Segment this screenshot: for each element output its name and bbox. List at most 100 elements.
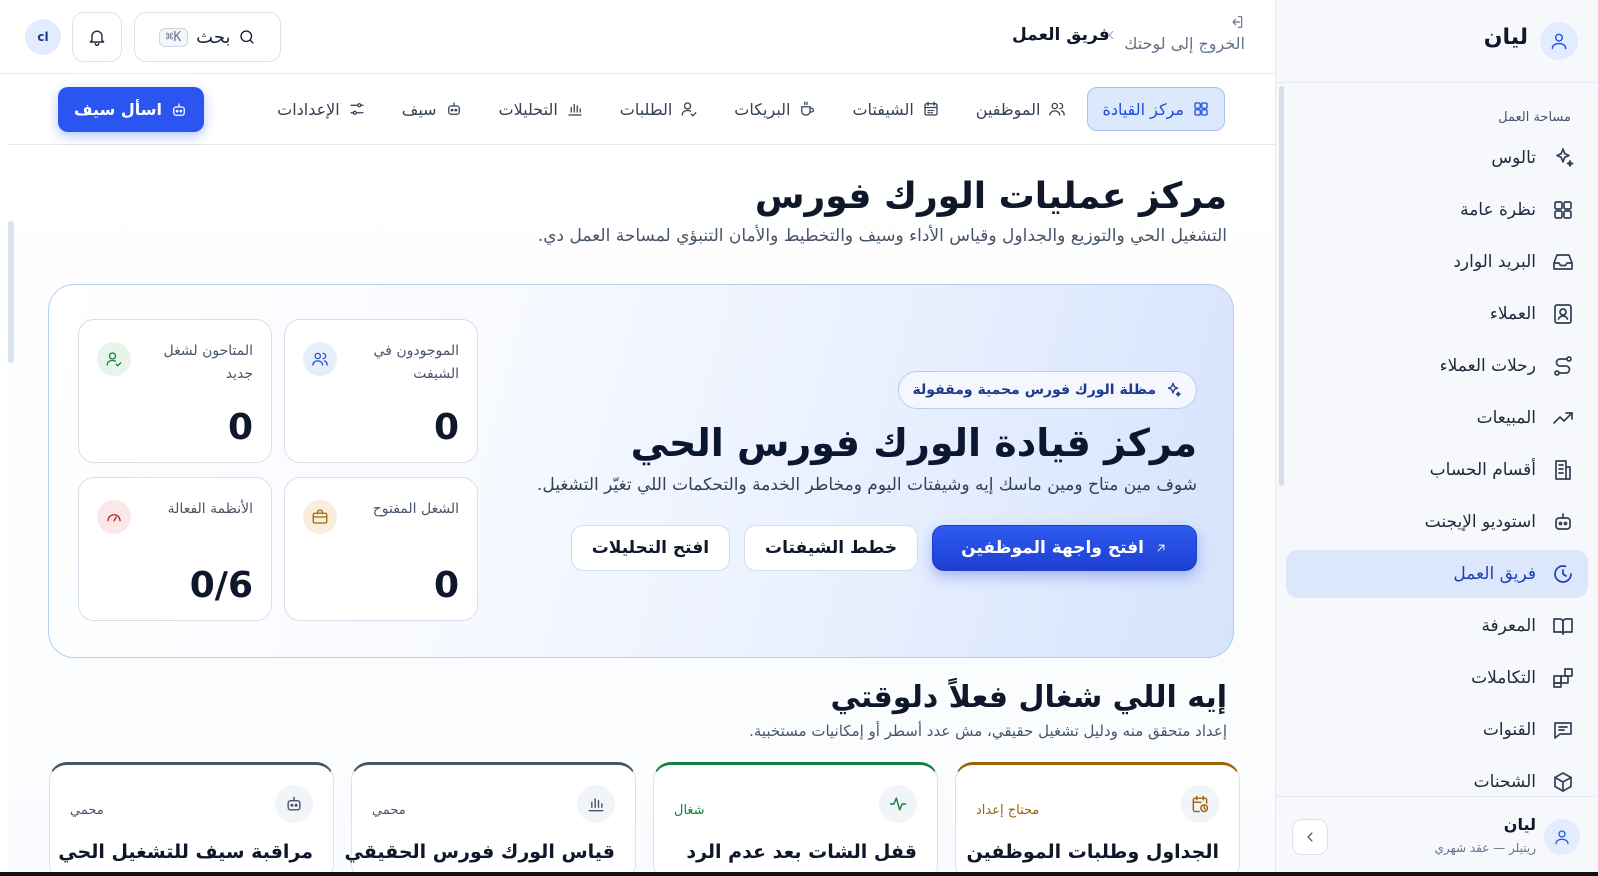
account-name: ليان [1503, 815, 1536, 834]
collapse-sidebar-button[interactable] [1292, 819, 1328, 855]
sidebar-item-icon [1550, 249, 1576, 275]
search-icon [240, 30, 255, 44]
sidebar-item-3[interactable]: العملاء [1286, 290, 1588, 338]
open-employees-label: افتح واجهة الموظفين [961, 538, 1144, 558]
open-analytics-button[interactable]: افتح التحليلات [570, 525, 731, 571]
open-analytics-label: افتح التحليلات [591, 538, 710, 558]
card-title: الجداول وطلبات الموظفين [966, 841, 1219, 863]
tab-0[interactable]: مركز القيادة [1087, 87, 1225, 131]
stat-card: الشغل المفتوح 0 [284, 477, 478, 621]
plan-shifts-label: خطط الشيفتات [765, 538, 898, 558]
sidebar-item-label: فريق العمل [1453, 564, 1536, 584]
sidebar-item-label: الشحنات [1473, 772, 1536, 792]
tab-2[interactable]: الشيفتات [837, 87, 954, 131]
window-bottom-edge [0, 872, 1598, 876]
sidebar-item-8[interactable]: فريق العمل [1286, 550, 1588, 598]
sidebar-item-5[interactable]: المبيعات [1286, 394, 1588, 442]
sparkles-icon [1167, 382, 1181, 397]
open-employees-button[interactable]: افتح واجهة الموظفين [932, 525, 1197, 571]
status-card[interactable]: شغال قفل الشات بعد عدم الرد [653, 762, 938, 876]
card-icon-badge [275, 785, 313, 823]
status-card[interactable]: محمي مراقبة سيف للتشغيل الحي [49, 762, 334, 876]
sliders-icon [350, 103, 364, 115]
breadcrumb-current: فريق العمل [1012, 25, 1110, 45]
workforce-tabs-bar: مركز القيادة الموظفين الشيفتات البريكات الطل… [8, 75, 1275, 145]
tab-3[interactable]: البريكات [719, 87, 831, 131]
users-icon [1049, 102, 1066, 116]
tab-4[interactable]: الطلبات [605, 87, 714, 131]
sidebar-item-11[interactable]: القنوات [1286, 706, 1588, 754]
bar-chart-icon [568, 103, 582, 116]
stat-value: 0 [227, 407, 253, 448]
sidebar-item-icon [1550, 561, 1576, 587]
sidebar-item-7[interactable]: استوديو الإيجنت [1286, 498, 1588, 546]
status-card[interactable]: محتاج إعداد الجداول وطلبات الموظفين [955, 762, 1240, 876]
clock-icon [1554, 565, 1572, 583]
sidebar-item-label: المبيعات [1476, 408, 1536, 428]
user-avatar[interactable]: cl [25, 19, 61, 55]
activity-icon [889, 797, 907, 811]
calendar-icon [924, 101, 938, 116]
sidebar-nav[interactable]: مساحة العمل تالوس نظرة عامة البريد الوارد ا… [1276, 84, 1598, 794]
main-content: مركز عمليات الورك فورس التشغيل الحي والت… [8, 146, 1275, 876]
sidebar-item-12[interactable]: الشحنات [1286, 758, 1588, 794]
coffee-icon [801, 101, 815, 116]
bell-icon [89, 30, 105, 46]
stats-grid: الموجودون في الشيفت 0 المتاحون لشغل جديد 0 ا… [78, 319, 478, 621]
ask-saif-button[interactable]: اسأل سيف [58, 87, 204, 132]
sidebar-item-icon [1550, 509, 1576, 535]
search-shortcut: K⌘ [158, 27, 189, 47]
search-button[interactable]: بحث K⌘ [134, 12, 281, 62]
calendar-clock-icon [1192, 795, 1209, 813]
sidebar-item-label: أقسام الحساب [1429, 460, 1536, 480]
card-icon-badge [879, 785, 917, 823]
sidebar-scrollbar[interactable] [1279, 86, 1284, 486]
plan-shifts-button[interactable]: خطط الشيفتات [744, 525, 919, 571]
sidebar-item-label: تالوس [1491, 148, 1536, 168]
back-to-dashboard-link[interactable]: الخروج إلى لوحتك [1124, 14, 1245, 53]
stat-label: الموجودون في الشيفت [373, 343, 459, 382]
status-card[interactable]: محمي قياس الورك فورس الحقيقي [345, 762, 636, 876]
sidebar-item-icon [1550, 457, 1576, 483]
stat-card: الأنظمة الفعالة 0/6 [78, 477, 272, 621]
users-icon [312, 352, 328, 366]
protection-badge-label: مظلة الورك فورس محمية ومقفولة [912, 382, 1156, 398]
message-icon [1554, 722, 1572, 739]
hero-title: مركز قيادة الورك فورس الحي [630, 421, 1197, 465]
tab-label: مركز القيادة [1102, 99, 1184, 119]
stat-value: 0 [433, 407, 459, 448]
chevron-left-icon [1307, 832, 1313, 842]
tab-label: الطلبات [619, 99, 673, 119]
sidebar-item-6[interactable]: أقسام الحساب [1286, 446, 1588, 494]
sidebar-item-icon [1550, 405, 1576, 431]
sidebar-item-10[interactable]: التكاملات [1286, 654, 1588, 702]
tab-list: مركز القيادة الموظفين الشيفتات البريكات الطل… [262, 87, 1225, 131]
stat-card: الموجودون في الشيفت 0 [284, 319, 478, 463]
tab-1[interactable]: الموظفين [961, 87, 1082, 131]
package-icon [1554, 772, 1572, 792]
sidebar-item-1[interactable]: نظرة عامة [1286, 186, 1588, 234]
sidebar-item-0[interactable]: تالوس [1286, 134, 1588, 182]
briefcase-icon [312, 509, 328, 524]
workspace-avatar[interactable] [1540, 22, 1578, 60]
page-subtitle: التشغيل الحي والتوزيع والجداول وقياس الأ… [537, 226, 1227, 246]
sidebar-item-label: البريد الوارد [1453, 252, 1536, 272]
tab-5[interactable]: التحليلات [484, 87, 599, 131]
sidebar-item-4[interactable]: رحلات العملاء [1286, 342, 1588, 390]
content-scrollbar[interactable] [8, 221, 14, 363]
notifications-button[interactable] [72, 12, 122, 62]
hero-actions: افتح واجهة الموظفين خطط الشيفتات افتح ال… [570, 525, 1197, 571]
bot-icon [1555, 513, 1571, 530]
sidebar-item-9[interactable]: المعرفة [1286, 602, 1588, 650]
book-icon [1553, 618, 1573, 635]
sidebar-header: ليان [1276, 0, 1598, 83]
account-avatar[interactable] [1544, 819, 1580, 855]
gauge-icon [107, 514, 121, 522]
page-title: مركز عمليات الورك فورس [754, 176, 1227, 217]
tab-6[interactable]: سيف [387, 87, 478, 131]
sidebar-item-2[interactable]: البريد الوارد [1286, 238, 1588, 286]
sidebar-item-icon [1550, 301, 1576, 327]
stat-icon-badge [303, 500, 337, 534]
tab-7[interactable]: الإعدادات [262, 87, 381, 131]
sidebar-item-icon [1550, 613, 1576, 639]
